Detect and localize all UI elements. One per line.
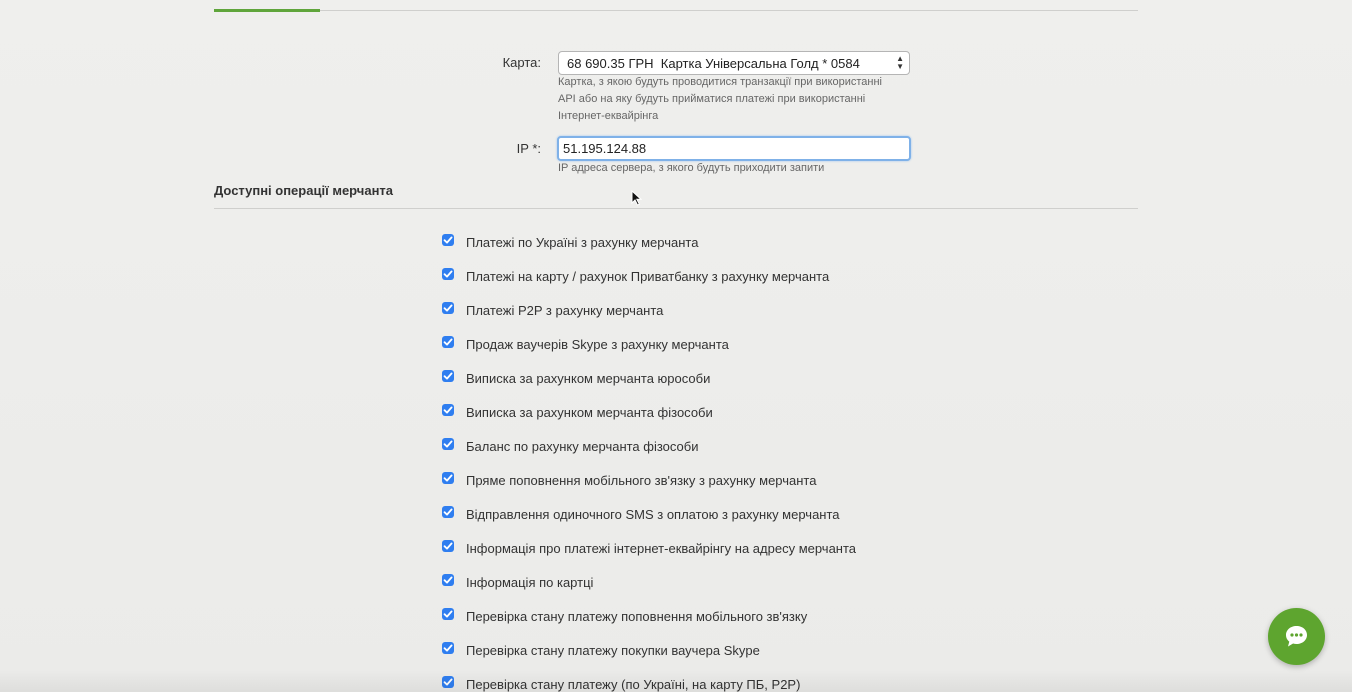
card-help-text: Картка, з якою будуть проводитися транза… xyxy=(558,74,918,125)
checkbox[interactable] xyxy=(442,404,454,416)
checkmark-icon xyxy=(443,236,453,244)
checkbox[interactable] xyxy=(442,234,454,246)
operation-label[interactable]: Перевірка стану платежу (по Україні, на … xyxy=(466,677,800,692)
card-select-value: 68 690.35 ГРН Картка Універсальна Голд *… xyxy=(567,56,860,71)
operation-label[interactable]: Перевірка стану платежу покупки ваучера … xyxy=(466,643,760,658)
checkbox[interactable] xyxy=(442,472,454,484)
checkmark-icon xyxy=(443,508,453,516)
checkmark-icon xyxy=(443,440,453,448)
operation-label[interactable]: Інформація про платежі інтернет-еквайрін… xyxy=(466,541,856,556)
checkmark-icon xyxy=(443,372,453,380)
checkbox[interactable] xyxy=(442,370,454,382)
checkmark-icon xyxy=(443,304,453,312)
operation-label[interactable]: Перевірка стану платежу поповнення мобіл… xyxy=(466,609,807,624)
merchant-settings-page: Карта: 68 690.35 ГРН Картка Універсальна… xyxy=(0,0,1352,692)
checkbox[interactable] xyxy=(442,574,454,586)
ip-help-text: IP адреса сервера, з якого будуть приход… xyxy=(558,162,825,174)
checkbox[interactable] xyxy=(442,642,454,654)
checkmark-icon xyxy=(443,474,453,482)
checkbox[interactable] xyxy=(442,676,454,688)
checkmark-icon xyxy=(443,644,453,652)
chat-button[interactable] xyxy=(1268,608,1325,665)
operation-label[interactable]: Виписка за рахунком мерчанта юрособи xyxy=(466,371,710,386)
card-label: Карта: xyxy=(502,55,541,70)
operation-label[interactable]: Продаж ваучерів Skype з рахунку мерчанта xyxy=(466,337,729,352)
checkmark-icon xyxy=(443,338,453,346)
operation-label[interactable]: Баланс по рахунку мерчанта фізособи xyxy=(466,439,699,454)
operation-label[interactable]: Платежі на карту / рахунок Приватбанку з… xyxy=(466,269,829,284)
operation-label[interactable]: Платежі по Україні з рахунку мерчанта xyxy=(466,235,698,250)
checkmark-icon xyxy=(443,270,453,278)
checkmark-icon xyxy=(443,576,453,584)
checkbox[interactable] xyxy=(442,268,454,280)
checkmark-icon xyxy=(443,542,453,550)
operations-section-title: Доступні операції мерчанта xyxy=(214,183,394,198)
chat-bubble-icon xyxy=(1286,626,1307,647)
card-help-line: Інтернет-еквайрінга xyxy=(558,110,659,122)
mouse-cursor-icon xyxy=(631,190,642,206)
checkmark-icon xyxy=(443,610,453,618)
card-help-line: API або на яку будуть прийматися платежі… xyxy=(558,93,866,105)
ip-input[interactable] xyxy=(557,136,911,161)
checkbox[interactable] xyxy=(442,302,454,314)
checkbox[interactable] xyxy=(442,506,454,518)
checkbox[interactable] xyxy=(442,540,454,552)
operation-label[interactable]: Пряме поповнення мобільного зв'язку з ра… xyxy=(466,473,816,488)
checkbox[interactable] xyxy=(442,336,454,348)
section-divider xyxy=(214,208,1138,209)
operation-label[interactable]: Інформація по картці xyxy=(466,575,593,590)
card-help-line: Картка, з якою будуть проводитися транза… xyxy=(558,76,883,88)
operation-label[interactable]: Виписка за рахунком мерчанта фізособи xyxy=(466,405,713,420)
checkmark-icon xyxy=(443,406,453,414)
checkbox[interactable] xyxy=(442,608,454,620)
select-arrows-icon: ▲ ▼ xyxy=(896,54,904,71)
operation-label[interactable]: Платежі P2P з рахунку мерчанта xyxy=(466,303,663,318)
card-select[interactable]: 68 690.35 ГРН Картка Універсальна Голд *… xyxy=(558,51,910,75)
tabs-divider xyxy=(214,10,1138,11)
operation-label[interactable]: Відправлення одиночного SMS з оплатою з … xyxy=(466,507,840,522)
active-tab-indicator xyxy=(214,9,320,12)
checkmark-icon xyxy=(443,678,453,686)
ip-label: IP *: xyxy=(516,141,541,156)
checkbox[interactable] xyxy=(442,438,454,450)
